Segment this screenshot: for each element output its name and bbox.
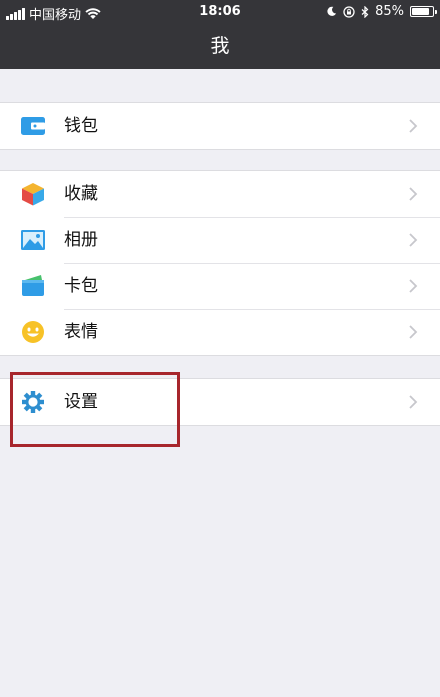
- bluetooth-icon: [361, 5, 369, 18]
- menu-item-label: 收藏: [64, 184, 98, 204]
- nav-bar: 我: [0, 24, 440, 69]
- chevron-right-icon: [409, 279, 418, 293]
- status-bar: 中国移动 18:06 85%: [0, 0, 440, 24]
- menu-item-wallet[interactable]: 钱包: [0, 103, 440, 149]
- menu-item-label: 钱包: [64, 116, 98, 136]
- highlight-box: [10, 372, 180, 447]
- battery-icon: [410, 6, 437, 17]
- menu-item-favorites[interactable]: 收藏: [0, 171, 440, 217]
- battery-percent: 85%: [375, 4, 404, 19]
- menu-item-album[interactable]: 相册: [0, 217, 440, 263]
- group-collections: 收藏 相册 卡包 表情: [0, 170, 440, 356]
- menu-item-card-wallet[interactable]: 卡包: [0, 263, 440, 309]
- menu-item-label: 表情: [64, 322, 98, 342]
- favorites-cube-icon: [22, 183, 44, 206]
- album-picture-icon: [21, 230, 45, 250]
- page-title: 我: [210, 35, 230, 57]
- moon-icon: [327, 6, 337, 16]
- smiley-icon: [22, 321, 44, 343]
- battery-level: [412, 8, 429, 15]
- menu-item-label: 卡包: [64, 276, 98, 296]
- menu-item-stickers[interactable]: 表情: [0, 309, 440, 355]
- chevron-right-icon: [409, 395, 418, 409]
- group-wallet: 钱包: [0, 102, 440, 150]
- chevron-right-icon: [409, 233, 418, 247]
- chevron-right-icon: [409, 325, 418, 339]
- status-right: 85%: [326, 4, 437, 19]
- chevron-right-icon: [409, 187, 418, 201]
- card-wallet-icon: [22, 275, 44, 296]
- chevron-right-icon: [409, 119, 418, 133]
- rotation-lock-icon: [343, 5, 355, 18]
- menu-item-label: 相册: [64, 230, 98, 250]
- wallet-icon: [21, 117, 45, 135]
